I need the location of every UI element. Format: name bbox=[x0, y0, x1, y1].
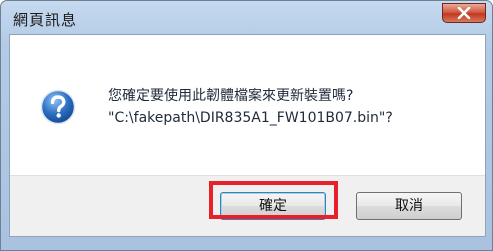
dialog-window: 網頁訊息 您確定要使用此韌體檔案來更新裝置嗎? "C:\fakepath\DIR… bbox=[0, 0, 493, 251]
close-button[interactable] bbox=[442, 3, 486, 23]
dialog-message: 您確定要使用此韌體檔案來更新裝置嗎? "C:\fakepath\DIR835A1… bbox=[108, 85, 393, 129]
highlight-box bbox=[209, 181, 338, 219]
dialog-title: 網頁訊息 bbox=[13, 11, 78, 29]
dialog-body: 您確定要使用此韌體檔案來更新裝置嗎? "C:\fakepath\DIR835A1… bbox=[9, 34, 486, 237]
question-icon bbox=[40, 89, 76, 125]
message-line-1: 您確定要使用此韌體檔案來更新裝置嗎? bbox=[108, 88, 354, 104]
cancel-button[interactable]: 取消 bbox=[356, 192, 462, 220]
message-line-2: "C:\fakepath\DIR835A1_FW101B07.bin"? bbox=[108, 110, 393, 126]
close-icon bbox=[457, 7, 471, 19]
